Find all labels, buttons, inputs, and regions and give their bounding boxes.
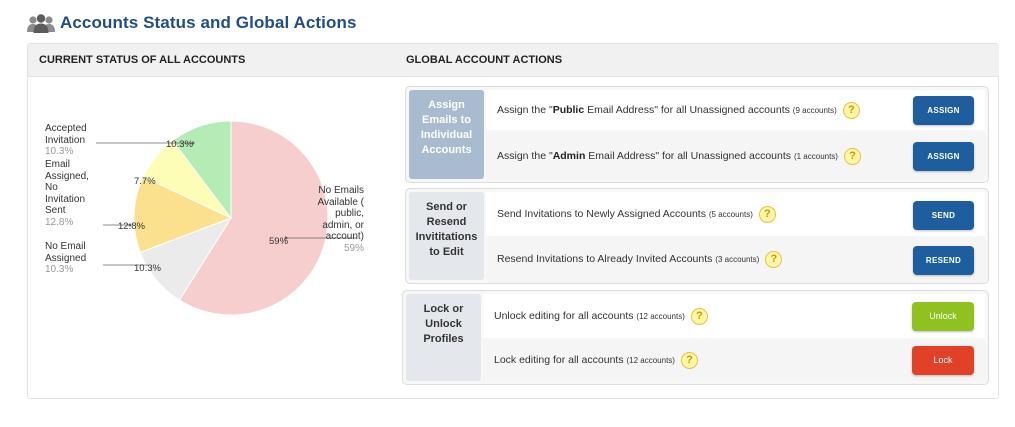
assign-public-text: Assign the "Public Email Address" for al… (497, 104, 837, 116)
unlock-row: Unlock editing for all accounts (12 acco… (483, 294, 985, 338)
assign-admin-button[interactable]: ASSIGN (913, 142, 974, 171)
page-header: Accounts Status and Global Actions (26, 10, 357, 36)
resend-button[interactable]: RESEND (913, 246, 974, 275)
label-email-assigned: Email Assigned, No Invitation Sent 12.8% (45, 159, 89, 228)
send-button[interactable]: SEND (913, 201, 974, 230)
help-icon[interactable]: ? (758, 205, 776, 223)
lock-group-label: Lock or Unlock Profiles (406, 294, 481, 381)
help-icon[interactable]: ? (680, 351, 698, 369)
page-title: Accounts Status and Global Actions (60, 13, 357, 32)
assign-public-row: Assign the "Public Email Address" for al… (486, 90, 985, 130)
slice-label-59: 59% (269, 236, 289, 247)
resend-invitations-row: Resend Invitations to Already Invited Ac… (486, 237, 985, 281)
lock-button[interactable]: Lock (912, 346, 974, 375)
assign-admin-row: Assign the "Admin Email Address" for all… (486, 133, 985, 179)
people-icon (27, 14, 55, 33)
status-pie-chart: Accepted Invitation 10.3% Email Assigned… (28, 78, 398, 398)
assign-emails-group: Assign Emails to Individual Accounts Ass… (405, 86, 989, 183)
assign-group-label: Assign Emails to Individual Accounts (409, 90, 484, 179)
assign-public-button[interactable]: ASSIGN (913, 96, 974, 125)
unlock-text: Unlock editing for all accounts (12 acco… (494, 310, 685, 322)
invitations-group: Send or Resend Invititations to Edit Sen… (405, 188, 989, 284)
help-icon[interactable]: ? (843, 147, 861, 165)
slice-label-accepted: 7.7% (134, 176, 156, 187)
unlock-button[interactable]: Unlock (912, 302, 974, 331)
lock-text: Lock editing for all accounts (12 accoun… (494, 354, 675, 366)
label-no-emails-available: No Emails Available ( public, admin, or … (317, 185, 364, 254)
slice-label-no-email: 10.3% (134, 263, 161, 274)
resend-invitations-text: Resend Invitations to Already Invited Ac… (497, 253, 760, 265)
help-icon[interactable]: ? (842, 101, 860, 119)
lock-profiles-group: Lock or Unlock Profiles Unlock editing f… (402, 290, 989, 385)
lock-row: Lock editing for all accounts (12 accoun… (483, 339, 985, 381)
left-panel-title: CURRENT STATUS OF ALL ACCOUNTS (28, 44, 398, 77)
help-icon[interactable]: ? (690, 307, 708, 325)
send-invitations-row: Send Invitations to Newly Assigned Accou… (486, 192, 985, 236)
invite-group-label: Send or Resend Invititations to Edit (409, 192, 484, 280)
label-accepted: Accepted Invitation 10.3% (45, 123, 87, 158)
right-panel-title: GLOBAL ACCOUNT ACTIONS (398, 44, 999, 77)
send-invitations-text: Send Invitations to Newly Assigned Accou… (497, 208, 753, 220)
help-icon[interactable]: ? (765, 250, 783, 268)
label-no-email: No Email Assigned 10.3% (45, 241, 87, 276)
assign-admin-text: Assign the "Admin Email Address" for all… (497, 150, 838, 162)
slice-label-green: 10.3% (166, 139, 193, 150)
slice-label-email-assigned: 12.8% (118, 221, 145, 232)
